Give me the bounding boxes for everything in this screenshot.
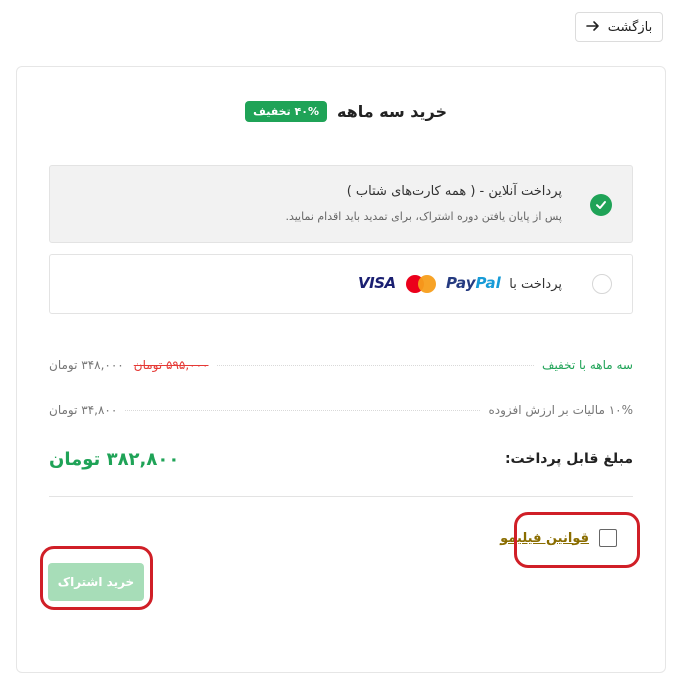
discounted-price: ۳۴۸,۰۰۰ تومان	[49, 358, 124, 372]
payment-option-online-title: پرداخت آنلاین - ( همه کارت‌های شتاب )	[346, 184, 562, 199]
tax-row-label: ۱۰% مالیات بر ارزش افزوده	[488, 403, 633, 417]
discount-row-label: سه ماهه با تخفیف	[542, 358, 633, 372]
total-label: مبلغ قابل پرداخت:	[504, 451, 633, 467]
mastercard-logo	[406, 275, 436, 293]
plan-title: خرید سه ماهه	[336, 101, 447, 121]
arrow-right-icon	[585, 19, 600, 36]
paypal-logo: PayPal	[446, 274, 501, 292]
back-button[interactable]: بازگشت	[575, 12, 663, 42]
tax-row: ۱۰% مالیات بر ارزش افزوده ۳۴,۸۰۰ تومان	[49, 400, 633, 420]
payment-option-online[interactable]: پرداخت آنلاین - ( همه کارت‌های شتاب ) پس…	[49, 165, 633, 243]
highlight-annotation	[40, 546, 153, 610]
dotted-leader	[216, 364, 535, 366]
plan-header: خرید سه ماهه ۴۰% تخفیف	[245, 97, 447, 125]
payment-option-paypal-label: پرداخت با	[509, 277, 562, 292]
divider	[49, 496, 633, 497]
visa-logo: VISA	[358, 274, 396, 292]
dotted-leader	[125, 409, 481, 411]
check-icon	[590, 194, 612, 216]
total-value: ۳۸۲,۸۰۰ تومان	[49, 448, 180, 470]
highlight-annotation	[514, 512, 640, 568]
payment-option-online-subtitle: پس از پایان یافتن دوره اشتراک، برای تمدی…	[285, 210, 562, 223]
tax-price: ۳۴,۸۰۰ تومان	[49, 403, 118, 417]
payment-option-paypal[interactable]: پرداخت با PayPal VISA	[49, 254, 633, 314]
back-button-label: بازگشت	[607, 19, 653, 35]
discount-badge: ۴۰% تخفیف	[245, 100, 327, 122]
total-row: مبلغ قابل پرداخت: ۳۸۲,۸۰۰ تومان	[49, 447, 633, 471]
radio-button[interactable]	[592, 274, 612, 294]
old-price: ۵۹۵,۰۰۰ تومان	[133, 358, 209, 372]
discount-row: سه ماهه با تخفیف ۵۹۵,۰۰۰ تومان ۳۴۸,۰۰۰ ت…	[49, 355, 633, 375]
